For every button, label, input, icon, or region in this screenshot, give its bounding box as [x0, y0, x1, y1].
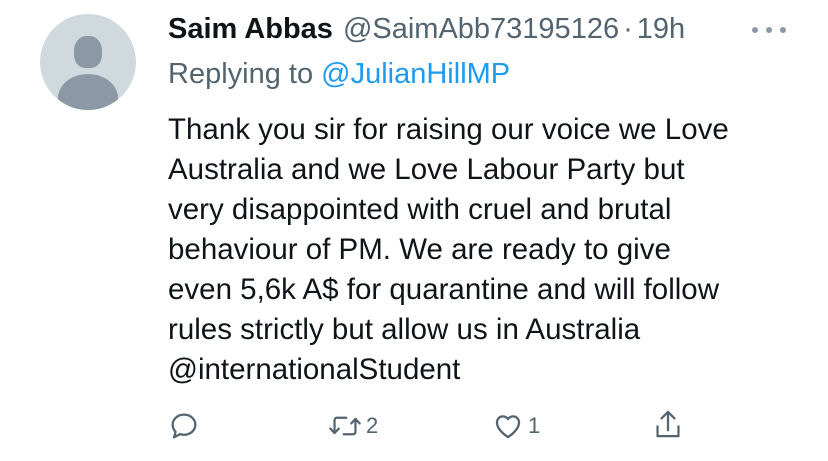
retweet-count: 2 — [366, 413, 379, 438]
tweet-text-line: rules strictly but allow us in Australia — [168, 313, 641, 346]
tweet-header: Saim Abbas @SaimAbb73195126 · 19h — [168, 12, 685, 46]
like-button[interactable]: 1 — [492, 410, 540, 442]
tweet-body: Thank you sir for raising our voice we L… — [168, 110, 808, 390]
avatar[interactable] — [40, 14, 136, 110]
tweet-text-line: Thank you sir for raising our voice we L… — [168, 113, 729, 146]
share-button[interactable] — [652, 408, 684, 442]
tweet-text-line: very disappointed with cruel and brutal — [168, 193, 672, 226]
reply-mention-link[interactable]: @JulianHillMP — [321, 58, 510, 90]
display-name[interactable]: Saim Abbas — [168, 13, 333, 46]
reply-icon — [171, 413, 197, 439]
separator-dot: · — [623, 12, 633, 45]
tweet-text-line: Australia and we Love Labour Party but — [168, 153, 685, 186]
reply-prefix: Replying to — [168, 58, 314, 90]
hashtag-mention-link[interactable]: @internationalStudent — [168, 350, 808, 390]
more-dot — [766, 27, 772, 33]
tweet-text-line: behaviour of PM. We are ready to give — [168, 233, 671, 266]
avatar-head-shape — [74, 36, 102, 68]
timestamp[interactable]: 19h — [637, 13, 685, 46]
replying-to: Replying to @JulianHillMP — [168, 58, 510, 91]
avatar-shoulders-shape — [58, 74, 118, 110]
reply-button[interactable] — [168, 410, 200, 442]
more-dot — [752, 27, 758, 33]
tweet-text-line: even 5,6k A$ for quarantine and will fol… — [168, 273, 720, 306]
user-handle[interactable]: @SaimAbb73195126 — [343, 13, 619, 46]
heart-icon — [495, 415, 521, 439]
share-icon — [656, 410, 680, 438]
like-count: 1 — [528, 413, 541, 438]
more-dot — [780, 27, 786, 33]
retweet-icon — [329, 416, 361, 436]
retweet-button[interactable]: 2 — [328, 410, 378, 442]
more-options-icon[interactable] — [752, 20, 786, 40]
tweet-actions: 2 1 — [0, 406, 828, 446]
